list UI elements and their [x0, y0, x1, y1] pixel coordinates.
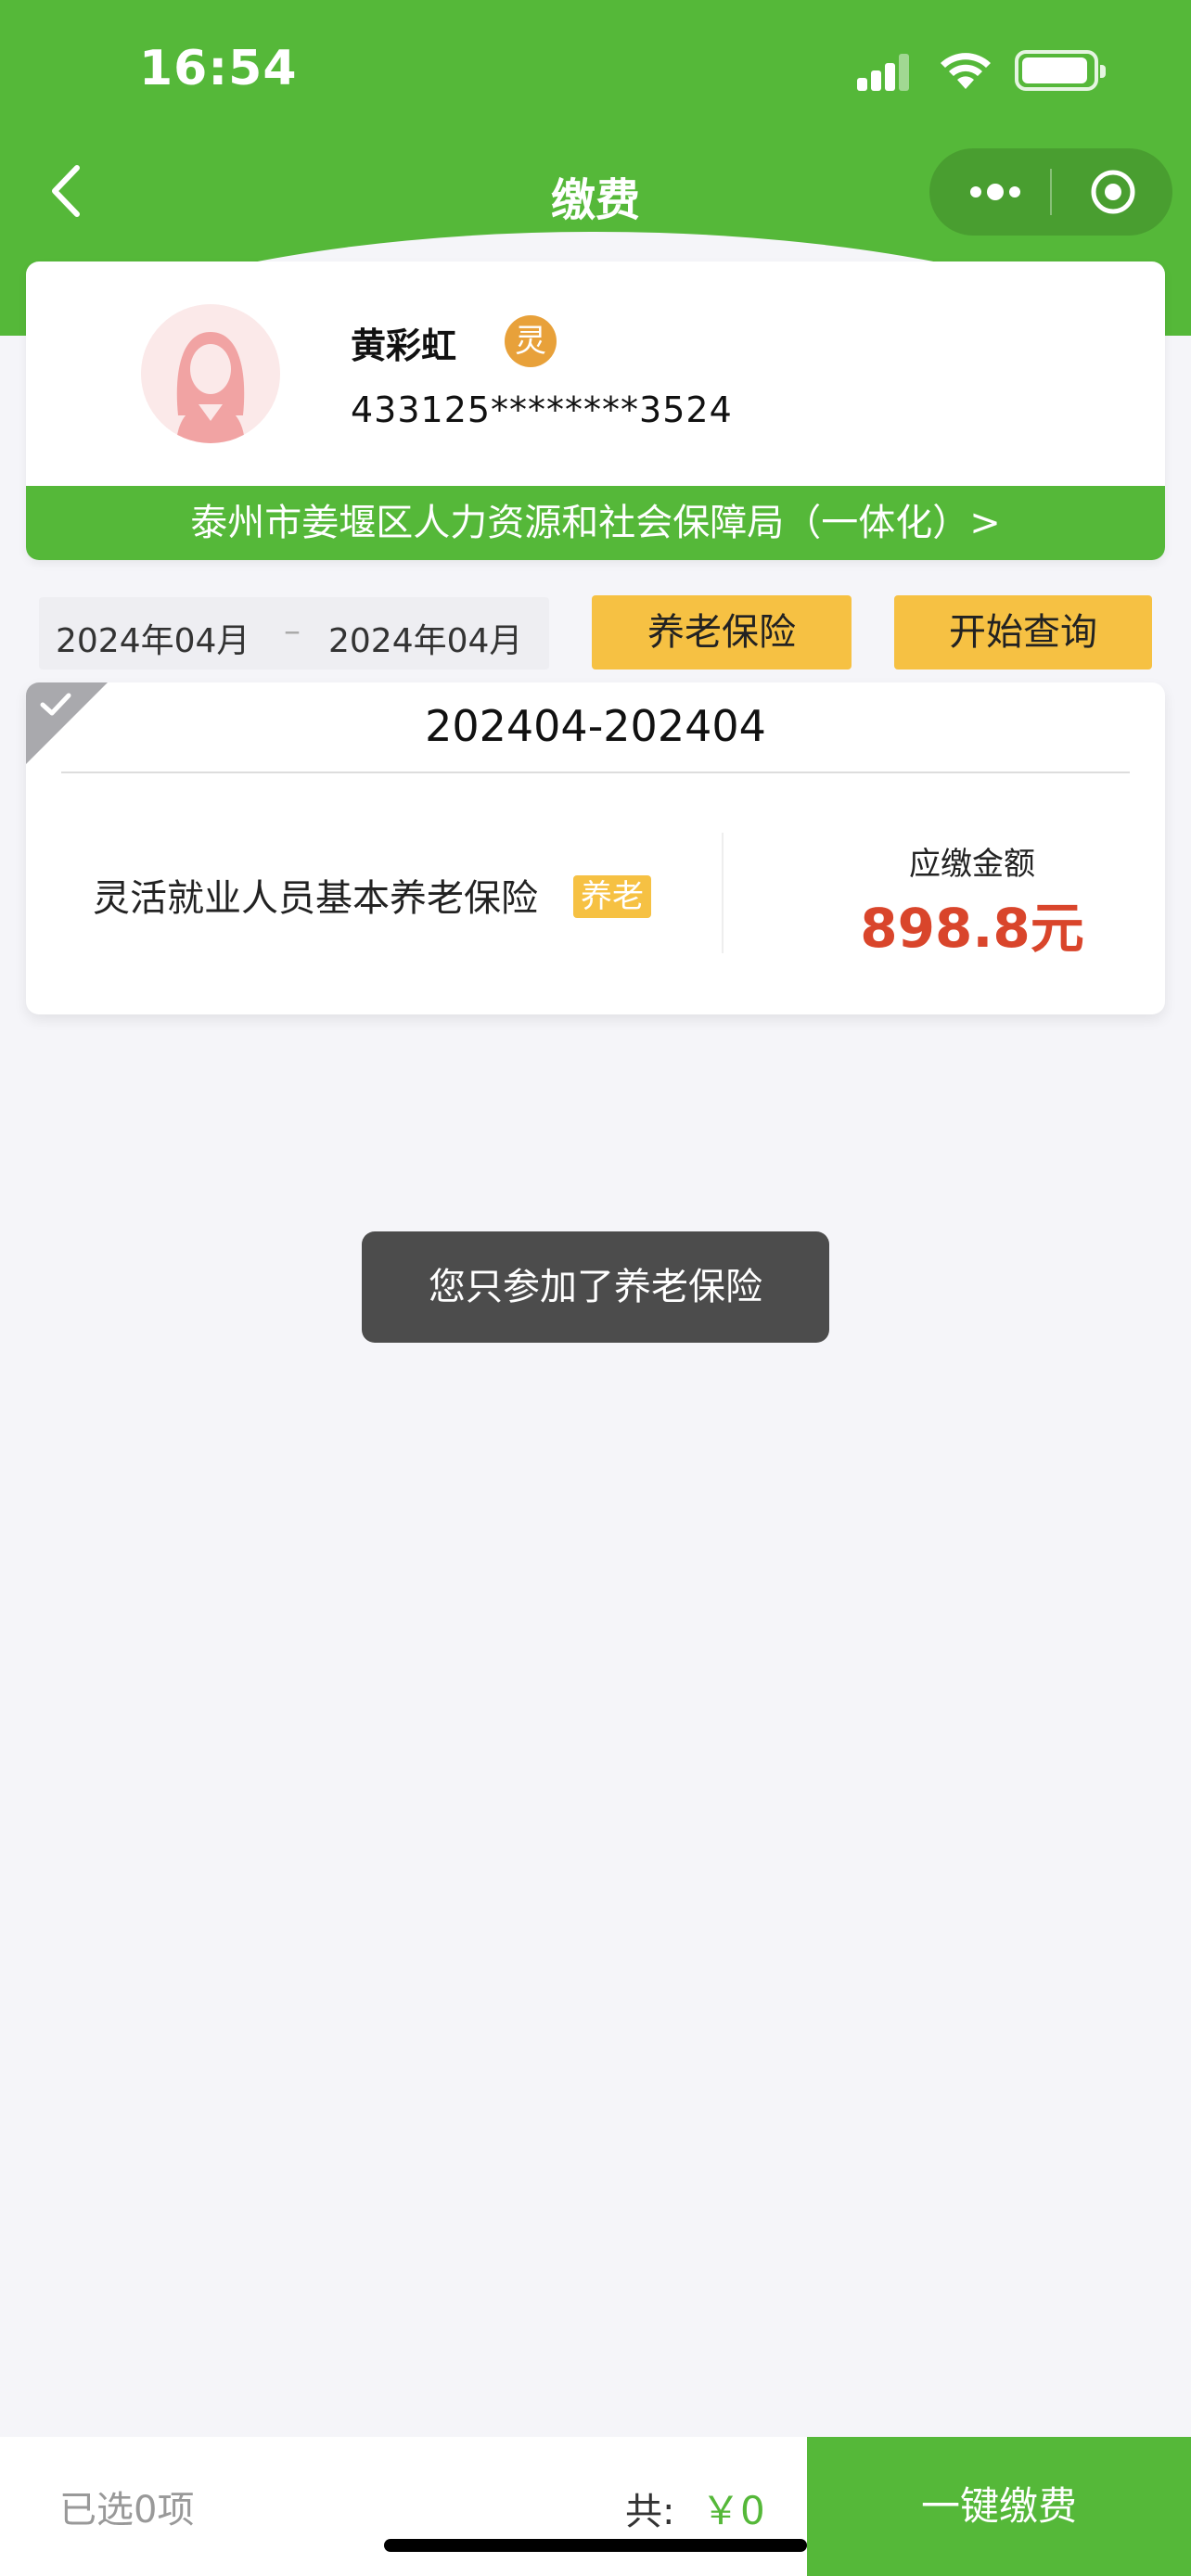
insurance-name: 灵活就业人员基本养老保险	[93, 877, 538, 920]
wifi-icon	[941, 53, 991, 89]
total-label: 共:	[625, 2491, 675, 2533]
total-amount: ￥0	[701, 2488, 765, 2533]
due-amount: 898.8元	[860, 897, 1084, 960]
start-date[interactable]: 2024年04月	[56, 614, 250, 662]
vertical-divider	[722, 833, 724, 953]
selected-count: 已选0项	[59, 2489, 195, 2531]
profile-card: 黄彩虹 灵 433125********3524 泰州市姜堰区人力资源和社会保障…	[26, 261, 1165, 560]
id-number: 433125********3524	[351, 389, 733, 430]
more-icon[interactable]	[963, 169, 1028, 215]
payment-period: 202404-202404	[425, 701, 766, 751]
one-click-pay-button[interactable]: 一键缴费	[807, 2437, 1191, 2576]
toast-message: 您只参加了养老保险	[362, 1231, 829, 1343]
mini-program-capsule	[929, 148, 1172, 236]
card-divider	[61, 772, 1130, 773]
status-bar: 16:54	[0, 0, 1191, 139]
start-query-button[interactable]: 开始查询	[894, 595, 1152, 670]
flexible-employment-badge: 灵	[505, 315, 557, 367]
bottom-bar: 已选0项 共: ￥0 一键缴费	[0, 2437, 1191, 2576]
insurance-tag: 养老	[573, 875, 651, 918]
payment-item-card[interactable]: 202404-202404 灵活就业人员基本养老保险 养老 应缴金额 898.8…	[26, 682, 1165, 1014]
agency-link[interactable]: 泰州市姜堰区人力资源和社会保障局（一体化）>	[26, 486, 1165, 560]
close-target-icon[interactable]	[1087, 169, 1139, 215]
avatar	[141, 304, 280, 443]
female-avatar-icon	[141, 304, 280, 443]
battery-icon	[1015, 50, 1106, 91]
end-date[interactable]: 2024年04月	[328, 614, 522, 662]
user-name: 黄彩虹	[351, 325, 457, 366]
home-indicator	[384, 2539, 807, 2552]
signal-icon	[857, 54, 909, 91]
date-range-picker[interactable]: 2024年04月 – 2024年04月	[39, 597, 549, 670]
due-amount-label: 应缴金额	[909, 846, 1035, 883]
date-separator: –	[284, 612, 301, 650]
status-time: 16:54	[139, 41, 298, 96]
insurance-type-button[interactable]: 养老保险	[592, 595, 852, 670]
